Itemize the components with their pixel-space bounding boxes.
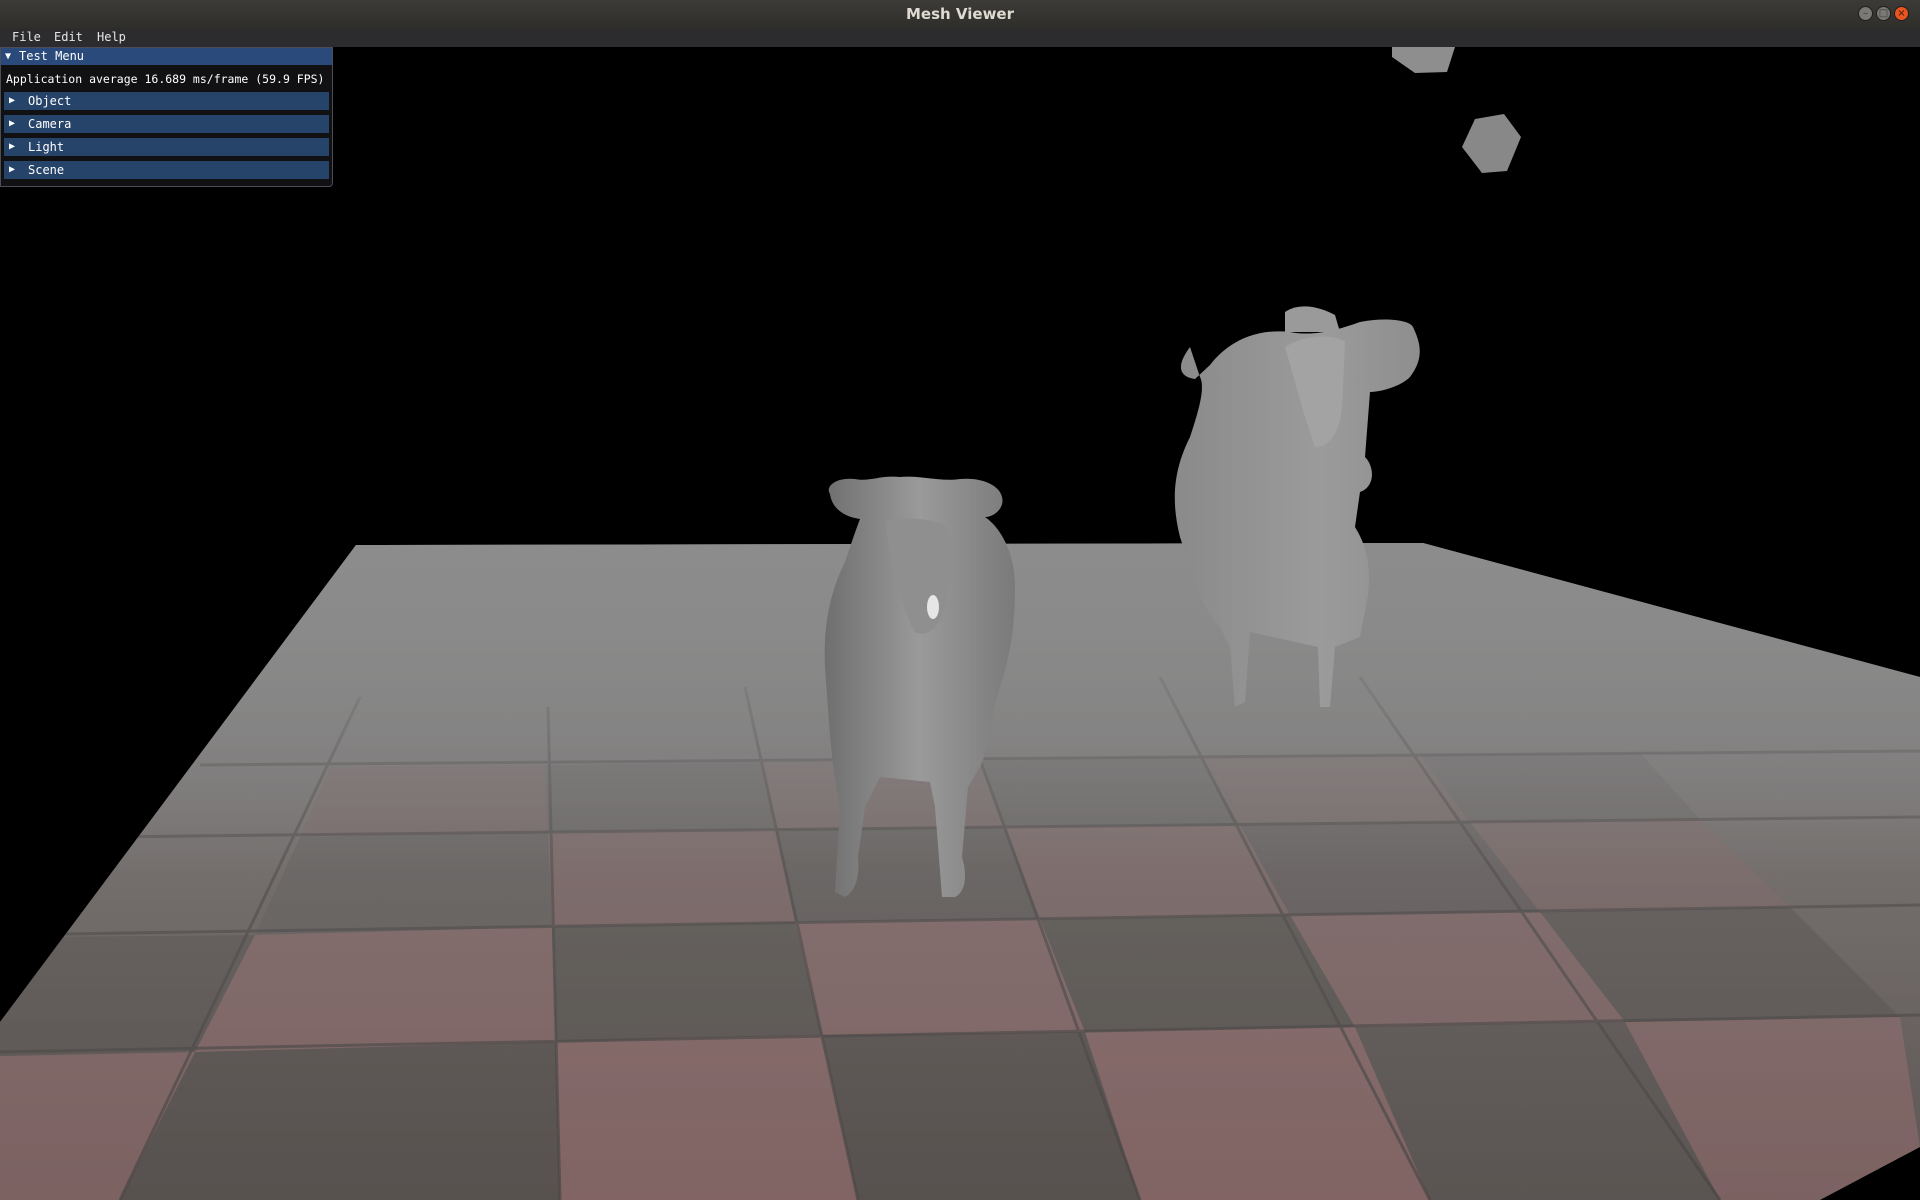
collapse-arrow-right-icon: ▶: [9, 141, 16, 152]
collapse-arrow-right-icon: ▶: [9, 95, 16, 106]
minimize-icon[interactable]: –: [1858, 6, 1873, 21]
fps-readout: Application average 16.689 ms/frame (59.…: [6, 72, 325, 86]
section-light-header[interactable]: ▶ Light: [4, 138, 329, 156]
floating-polyhedron: [1392, 47, 1455, 73]
test-menu-panel: ▼ Test Menu Application average 16.689 m…: [0, 47, 333, 187]
close-icon[interactable]: ×: [1894, 6, 1909, 21]
menu-file[interactable]: File: [12, 28, 41, 47]
section-label: Light: [28, 140, 65, 154]
title-bar[interactable]: Mesh Viewer – □ ×: [0, 0, 1920, 29]
collapse-arrow-right-icon: ▶: [9, 164, 16, 175]
section-label: Scene: [28, 163, 65, 177]
floating-polyhedron: [1462, 114, 1521, 173]
section-label: Object: [28, 94, 72, 108]
menu-edit[interactable]: Edit: [54, 28, 83, 47]
section-object-header[interactable]: ▶ Object: [4, 92, 329, 110]
test-menu-header[interactable]: ▼ Test Menu: [1, 48, 332, 65]
maximize-icon[interactable]: □: [1876, 6, 1891, 21]
window-title: Mesh Viewer: [905, 5, 1015, 23]
panel-title: Test Menu: [19, 49, 85, 63]
3d-viewport[interactable]: [0, 47, 1920, 1200]
collapse-arrow-right-icon: ▶: [9, 118, 16, 129]
collapse-arrow-down-icon[interactable]: ▼: [5, 48, 11, 65]
specular-highlight: [927, 595, 939, 619]
menu-help[interactable]: Help: [97, 28, 126, 47]
mesh-viewer-window: Mesh Viewer – □ × File Edit Help ▼ Test …: [0, 0, 1920, 1200]
section-camera-header[interactable]: ▶ Camera: [4, 115, 329, 133]
section-scene-header[interactable]: ▶ Scene: [4, 161, 329, 179]
main-menu-bar: File Edit Help: [0, 28, 1920, 47]
section-label: Camera: [28, 117, 72, 131]
scene-render: [0, 47, 1920, 1200]
